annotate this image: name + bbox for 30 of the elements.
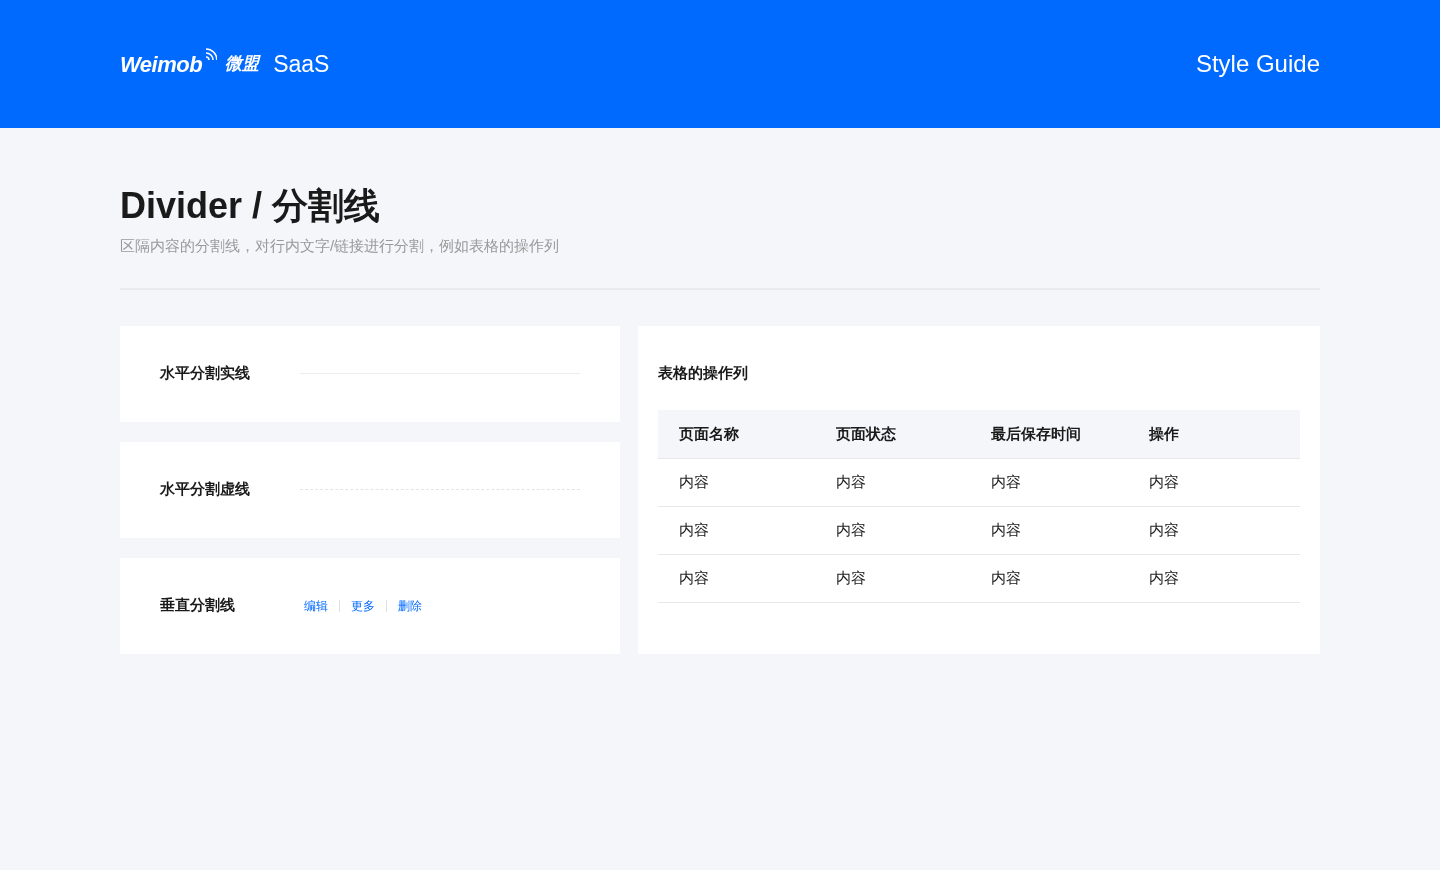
action-link[interactable]: 更多 [351,596,375,615]
table-cell: 内容 [658,506,815,555]
example-label: 水平分割虚线 [160,479,251,500]
card-title: 表格的操作列 [658,362,749,383]
column-header: 最后保存时间 [970,410,1128,459]
table-cell: 内容 [1128,506,1300,555]
signal-icon [203,47,218,61]
logo-text: 微盟 [225,53,260,76]
table-cell: 内容 [970,458,1128,507]
example-label: 垂直分割线 [160,595,236,616]
action-link[interactable]: 删除 [398,596,422,615]
table-cell: 内容 [1128,458,1300,507]
logo-text: Weimob [120,50,203,79]
table-cell: 内容 [970,554,1128,603]
table-cell: 内容 [815,458,970,507]
column-header: 页面状态 [815,410,970,459]
table-cell: 内容 [658,458,815,507]
column-header: 页面名称 [658,410,815,459]
table-cell: 内容 [815,506,970,555]
action-link[interactable]: 编辑 [304,596,328,615]
example-label: 水平分割实线 [160,363,251,384]
header-title: Style Guide [1195,49,1320,79]
table-cell: 内容 [1128,554,1300,603]
page-subtitle: 区隔内容的分割线，对行内文字/链接进行分割，例如表格的操作列 [120,236,561,257]
page-title: Divider / 分割线 [120,184,382,228]
table-cell: 内容 [970,506,1128,555]
table-cell: 内容 [658,554,815,603]
column-header: 操作 [1128,410,1300,459]
product-name: SaaS [273,49,330,79]
table-cell: 内容 [815,554,970,603]
